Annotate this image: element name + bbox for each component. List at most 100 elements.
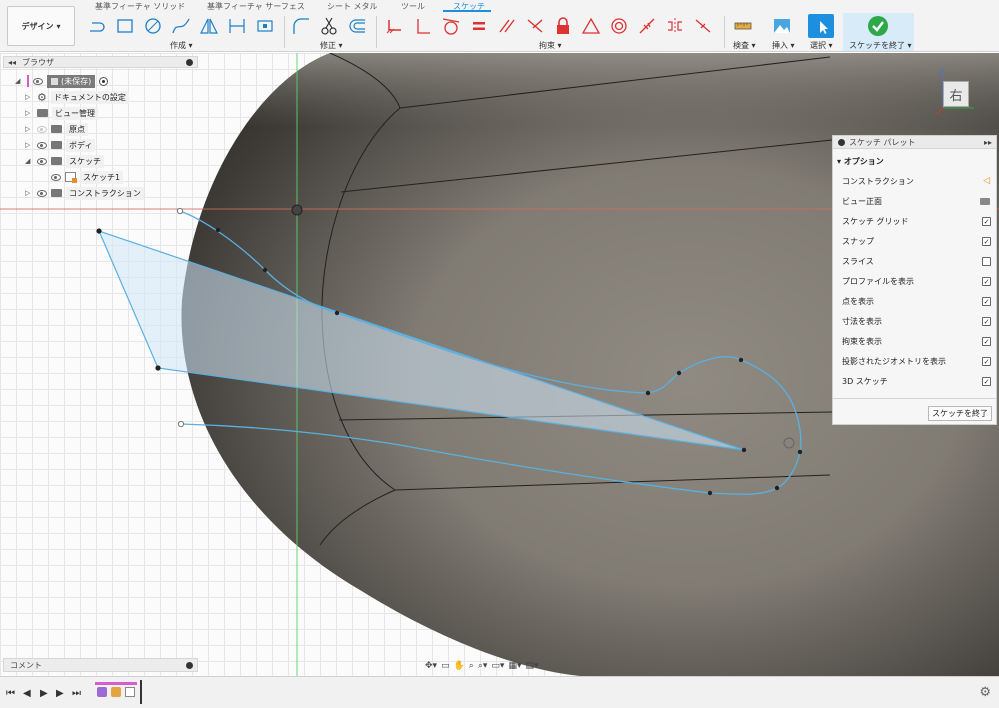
add-comment-icon[interactable]	[186, 661, 193, 669]
inspect-group-label[interactable]: 検査 ▾	[733, 40, 756, 51]
tree-item-view-manager[interactable]: ▷ ビュー管理	[25, 106, 98, 120]
finish-sketch-button[interactable]: スケッチを終了	[928, 406, 992, 421]
tree-item-origin[interactable]: ▷ 原点	[25, 122, 88, 136]
concentric-icon[interactable]	[608, 15, 630, 37]
constraints-group-label[interactable]: 拘束 ▾	[539, 40, 562, 51]
insert-group-label[interactable]: 挿入 ▾	[772, 40, 795, 51]
option-show-constraints[interactable]: 拘束を表示 ✓	[842, 334, 992, 348]
tab-sheetmetal[interactable]: シート メタル	[327, 1, 378, 12]
lock-icon[interactable]	[552, 15, 574, 37]
visibility-eye-icon[interactable]	[37, 141, 47, 149]
checkbox-checked[interactable]: ✓	[982, 216, 991, 226]
checkbox-checked[interactable]: ✓	[982, 316, 991, 326]
option-show-projected-geometry[interactable]: 投影されたジオメトリを表示 ✓	[842, 354, 992, 368]
option-slice[interactable]: スライス	[842, 254, 992, 268]
look-at-icon[interactable]	[980, 197, 990, 205]
look-at-icon[interactable]: ▭	[441, 661, 450, 671]
viewports-icon[interactable]: ▤▾	[525, 661, 538, 671]
play-icon[interactable]: ▶	[40, 688, 48, 699]
option-look-at[interactable]: ビュー正面	[842, 194, 992, 208]
offset-icon[interactable]	[346, 15, 368, 37]
expand-triangle-icon[interactable]: ▷	[25, 125, 33, 133]
panel-pin-icon[interactable]	[838, 138, 845, 146]
finish-group-label[interactable]: スケッチを終了 ▾	[849, 40, 912, 51]
scissors-icon[interactable]	[318, 15, 340, 37]
measure-icon[interactable]	[732, 15, 754, 37]
comments-panel[interactable]: コメント	[3, 658, 198, 672]
rectangle-icon[interactable]	[114, 15, 136, 37]
option-construction[interactable]: コンストラクション ◁	[842, 174, 992, 188]
viewcube[interactable]: Z 右	[934, 68, 978, 118]
fix-icon[interactable]	[384, 15, 406, 37]
option-snap[interactable]: スナップ ✓	[842, 234, 992, 248]
go-to-end-icon[interactable]: ⏭	[72, 688, 81, 699]
visibility-eye-icon[interactable]	[37, 157, 47, 165]
collapse-triangle-icon[interactable]: ◢	[25, 157, 33, 165]
checkbox-checked[interactable]: ✓	[982, 356, 991, 366]
go-to-start-icon[interactable]: ⏮	[6, 688, 15, 699]
select-tool-button[interactable]	[808, 14, 834, 38]
viewcube-face-right[interactable]: 右	[943, 81, 969, 107]
tree-item-bodies[interactable]: ▷ ボディ	[25, 138, 96, 152]
gear-icon[interactable]: ⚙	[979, 685, 991, 700]
timeline-feature-component[interactable]	[97, 687, 107, 697]
option-show-points[interactable]: 点を表示 ✓	[842, 294, 992, 308]
grid-settings-icon[interactable]: ▦▾	[508, 661, 521, 671]
select-group-label[interactable]: 選択 ▾	[810, 40, 833, 51]
checkbox-checked[interactable]: ✓	[982, 376, 991, 386]
checkbox-checked[interactable]: ✓	[982, 296, 991, 306]
equal-icon[interactable]	[468, 15, 490, 37]
expand-triangle-icon[interactable]: ◢	[15, 77, 23, 85]
expand-triangle-icon[interactable]: ▷	[25, 189, 33, 197]
curvature-icon[interactable]	[692, 15, 714, 37]
tab-tools[interactable]: ツール	[401, 1, 425, 12]
panel-pin-icon[interactable]	[186, 58, 193, 66]
collapse-panel-icon[interactable]: ◂◂	[8, 58, 16, 67]
tangent-icon[interactable]	[440, 15, 462, 37]
tree-item-construction[interactable]: ▷ コンストラクション	[25, 186, 144, 200]
mirror-icon[interactable]	[198, 15, 220, 37]
workspace-switcher-button[interactable]: デザイン ▾	[7, 6, 75, 46]
timeline-feature-sketch[interactable]	[125, 687, 135, 697]
expand-triangle-icon[interactable]: ▷	[25, 93, 33, 101]
option-3d-sketch[interactable]: 3D スケッチ ✓	[842, 374, 992, 388]
checkbox-checked[interactable]: ✓	[982, 276, 991, 286]
tree-item-sketches[interactable]: ◢ スケッチ	[25, 154, 104, 168]
browser-header[interactable]: ◂◂ ブラウザ	[3, 56, 198, 68]
circle-icon[interactable]	[142, 15, 164, 37]
timeline-marker[interactable]	[140, 680, 142, 704]
display-settings-icon[interactable]: ▭▾	[491, 661, 504, 671]
expand-triangle-icon[interactable]: ▷	[25, 141, 33, 149]
perpendicular-icon[interactable]	[524, 15, 546, 37]
step-back-icon[interactable]: ◀	[23, 688, 31, 699]
option-sketch-grid[interactable]: スケッチ グリッド ✓	[842, 214, 992, 228]
orbit-icon[interactable]: ✥▾	[425, 661, 437, 671]
tab-solid[interactable]: 基準フィーチャ ソリッド	[95, 1, 185, 12]
tree-item-sketch1[interactable]: スケッチ1	[51, 170, 124, 184]
create-group-label[interactable]: 作成 ▾	[170, 40, 193, 51]
tree-item-document-settings[interactable]: ▷ ⚙ ドキュメントの設定	[25, 90, 129, 104]
construction-line-icon[interactable]: ◁	[983, 176, 990, 186]
step-forward-icon[interactable]: ▶	[56, 688, 64, 699]
option-show-dimensions[interactable]: 寸法を表示 ✓	[842, 314, 992, 328]
checkbox-checked[interactable]: ✓	[982, 336, 991, 346]
option-show-profile[interactable]: プロファイルを表示 ✓	[842, 274, 992, 288]
image-icon[interactable]	[771, 15, 793, 37]
fillet-icon[interactable]	[290, 15, 312, 37]
checkbox-checked[interactable]: ✓	[982, 236, 991, 246]
activate-radio-icon[interactable]	[99, 76, 109, 86]
palette-section-options[interactable]: ▾ オプション	[837, 156, 884, 167]
visibility-eye-icon[interactable]	[33, 77, 43, 85]
parallel-icon[interactable]	[496, 15, 518, 37]
visibility-eye-icon[interactable]	[51, 173, 61, 181]
visibility-eye-icon[interactable]	[37, 125, 47, 133]
midpoint-icon[interactable]	[636, 15, 658, 37]
spline-icon[interactable]	[170, 15, 192, 37]
visibility-eye-icon[interactable]	[37, 189, 47, 197]
tab-surface[interactable]: 基準フィーチャ サーフェス	[207, 1, 305, 12]
symmetry-icon[interactable]	[664, 15, 686, 37]
zoom-window-icon[interactable]: ⌕▾	[478, 661, 488, 671]
line-icon[interactable]	[86, 15, 108, 37]
zoom-icon[interactable]: ⌕	[469, 661, 474, 671]
expand-panel-icon[interactable]: ▸▸	[984, 138, 992, 147]
